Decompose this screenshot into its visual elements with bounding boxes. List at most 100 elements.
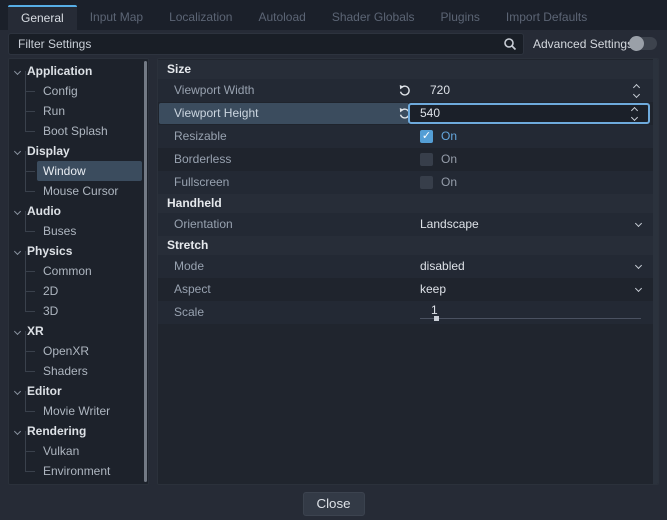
sidebar-item-movie-writer[interactable]: Movie Writer xyxy=(9,401,142,421)
tab-label: Shader Globals xyxy=(332,10,415,24)
close-button[interactable]: Close xyxy=(302,492,364,516)
property-row-resizable[interactable]: Resizable✓On xyxy=(158,125,653,148)
sidebar-item-label: Config xyxy=(37,81,142,101)
tree-connector xyxy=(25,221,35,241)
chevron-down-icon xyxy=(14,328,21,335)
property-label: Aspect xyxy=(174,278,211,301)
advanced-settings-label: Advanced Settings xyxy=(533,37,633,51)
checkbox[interactable] xyxy=(420,176,433,189)
tree-connector xyxy=(25,361,35,381)
section-header-size: Size xyxy=(158,60,653,79)
checkbox-state-label: On xyxy=(441,125,457,148)
project-settings-dialog: General Input Map Localization Autoload Shad… xyxy=(0,0,667,520)
settings-category-panel: ApplicationConfigRunBoot SplashDisplayWi… xyxy=(8,58,149,485)
chevron-down-icon xyxy=(14,68,21,75)
revert-icon[interactable] xyxy=(398,84,411,97)
chevron-down-icon[interactable] xyxy=(636,263,641,268)
tree-connector xyxy=(25,461,35,481)
advanced-settings-toggle[interactable] xyxy=(629,37,657,50)
section-label: Handheld xyxy=(167,196,222,210)
property-row-fullscreen[interactable]: FullscreenOn xyxy=(158,171,653,194)
property-row-scale[interactable]: Scale1 xyxy=(158,301,653,324)
property-row-viewport-width[interactable]: Viewport Width 720 xyxy=(158,79,653,102)
sidebar-item-label: Run xyxy=(37,101,142,121)
section-label: Stretch xyxy=(167,238,208,252)
sidebar-item-label: OpenXR xyxy=(37,341,142,361)
tab-label: Import Defaults xyxy=(506,10,587,24)
tab-label: General xyxy=(21,11,64,25)
property-row-mode[interactable]: Modedisabled xyxy=(158,255,653,278)
sidebar-item-boot-splash[interactable]: Boot Splash xyxy=(9,121,142,141)
sidebar-item-label: Movie Writer xyxy=(37,401,142,421)
property-rows: SizeViewport Width720Viewport Height540R… xyxy=(158,60,653,324)
search-icon xyxy=(503,37,517,51)
 xyxy=(635,220,642,227)
sidebar-item-label: Window xyxy=(37,161,142,181)
property-row-orientation[interactable]: OrientationLandscape xyxy=(158,213,653,236)
tab-input-map[interactable]: Input Map xyxy=(77,5,156,30)
spin-value[interactable]: 720 xyxy=(430,79,450,102)
sidebar-item-label: Shaders xyxy=(37,361,142,381)
chevron-down-icon xyxy=(14,248,21,255)
tab-label: Plugins xyxy=(441,10,480,24)
chevron-down-icon[interactable] xyxy=(636,221,641,226)
section-label: Size xyxy=(167,62,191,76)
property-label: Borderless xyxy=(174,148,231,171)
tab-plugins[interactable]: Plugins xyxy=(428,5,493,30)
spinbox-focused[interactable]: 540 xyxy=(408,103,650,124)
sidebar-item-3d[interactable]: 3D xyxy=(9,301,142,321)
sidebar-item-shaders[interactable]: Shaders xyxy=(9,361,142,381)
sidebar-item-label: Buses xyxy=(37,221,142,241)
property-label: Viewport Width xyxy=(174,79,254,102)
chevron-down-icon xyxy=(14,148,21,155)
tab-label: Autoload xyxy=(258,10,305,24)
tab-label: Input Map xyxy=(90,10,143,24)
search-placeholder: Filter Settings xyxy=(18,37,503,51)
sidebar-item-label: Boot Splash xyxy=(37,121,142,141)
property-label: Viewport Height xyxy=(174,102,259,125)
sidebar-item-label: Environment xyxy=(37,461,142,481)
settings-properties-panel: SizeViewport Width720Viewport Height540R… xyxy=(157,58,659,485)
tab-import-defaults[interactable]: Import Defaults xyxy=(493,5,600,30)
 xyxy=(635,285,642,292)
sidebar-item-label: Rendering xyxy=(27,424,86,438)
tab-general[interactable]: General xyxy=(8,5,77,30)
spinner-updown-icon[interactable] xyxy=(632,108,640,120)
property-label: Scale xyxy=(174,301,204,324)
slider-grabber[interactable] xyxy=(434,316,439,321)
tab-bar: General Input Map Localization Autoload Shad… xyxy=(0,0,667,30)
dropdown-value[interactable]: Landscape xyxy=(420,213,479,236)
property-row-borderless[interactable]: BorderlessOn xyxy=(158,148,653,171)
property-label: Fullscreen xyxy=(174,171,229,194)
sidebar-item-environment[interactable]: Environment xyxy=(9,461,142,481)
main-scrollbar[interactable] xyxy=(653,59,658,484)
spin-down-icon xyxy=(631,114,638,121)
dropdown-value[interactable]: keep xyxy=(420,278,446,301)
sidebar-item-buses[interactable]: Buses xyxy=(9,221,142,241)
checkbox[interactable]: ✓ xyxy=(420,130,433,143)
property-row-aspect[interactable]: Aspect keep xyxy=(158,278,653,301)
search-input[interactable]: Filter Settings xyxy=(8,33,524,55)
sidebar-item-label: Common xyxy=(37,261,142,281)
chevron-down-icon[interactable] xyxy=(636,286,641,291)
tab-localization[interactable]: Localization xyxy=(156,5,245,30)
chevron-down-icon xyxy=(14,208,21,215)
tab-label: Localization xyxy=(169,10,232,24)
 xyxy=(635,262,642,269)
tab-shader-globals[interactable]: Shader Globals xyxy=(319,5,428,30)
property-row-viewport-height[interactable]: Viewport Height 540 xyxy=(158,102,653,125)
spinner-updown-icon[interactable] xyxy=(634,85,642,97)
sidebar-item-mouse-cursor[interactable]: Mouse Cursor xyxy=(9,181,142,201)
dropdown-value[interactable]: disabled xyxy=(420,255,465,278)
sidebar-item-label: Mouse Cursor xyxy=(37,181,142,201)
settings-tree: ApplicationConfigRunBoot SplashDisplayWi… xyxy=(9,61,142,481)
tree-connector xyxy=(25,301,35,321)
section-header-stretch: Stretch xyxy=(158,236,653,255)
spin-value[interactable]: 540 xyxy=(420,105,440,122)
checkbox[interactable] xyxy=(420,153,433,166)
toggle-knob xyxy=(629,36,644,51)
slider-track[interactable] xyxy=(420,318,641,319)
section-header-handheld: Handheld xyxy=(158,194,653,213)
tab-autoload[interactable]: Autoload xyxy=(245,5,318,30)
sidebar-scrollbar[interactable] xyxy=(144,61,147,482)
